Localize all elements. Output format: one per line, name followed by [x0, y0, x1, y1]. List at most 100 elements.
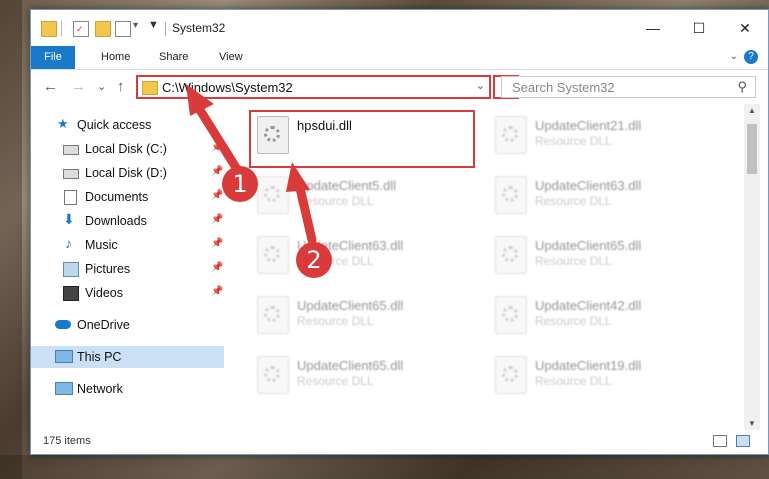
file-name: UpdateClient19.dll: [535, 358, 642, 373]
forward-button[interactable]: →: [71, 78, 86, 95]
list-item[interactable]: UpdateClient5.dll Resource DLL: [251, 168, 471, 220]
file-type: Resource DLL: [535, 314, 612, 328]
scroll-thumb[interactable]: [747, 124, 757, 174]
gear-icon: [264, 246, 280, 262]
annotation-badge-2: 2: [296, 242, 332, 278]
tab-share[interactable]: Share: [147, 46, 200, 69]
sidebar-item-local-disk-c[interactable]: Local Disk (C:) 📌: [31, 138, 224, 160]
file-name: UpdateClient65.dll: [297, 298, 404, 313]
vertical-scrollbar[interactable]: ▲ ▼: [744, 104, 760, 430]
sidebar-item-this-pc[interactable]: This PC: [31, 346, 224, 368]
file-name: UpdateClient63.dll: [535, 178, 642, 193]
sidebar-item-downloads[interactable]: ⬇ Downloads 📌: [31, 210, 224, 232]
pin-icon[interactable]: 📌: [211, 262, 223, 273]
list-item[interactable]: UpdateClient65.dll Resource DLL: [251, 288, 471, 340]
list-item[interactable]: UpdateClient65.dll Resource DLL: [251, 348, 471, 400]
title-separator: [165, 22, 166, 36]
status-bar: 175 items: [31, 430, 768, 454]
cloud-icon: [55, 320, 71, 329]
divider: [61, 20, 62, 36]
gear-icon: [264, 366, 280, 382]
list-item[interactable]: UpdateClient63.dll Resource DLL: [251, 228, 471, 280]
file-type: Resource DLL: [535, 194, 612, 208]
properties-icon[interactable]: ✓: [73, 21, 89, 37]
drive-icon: [63, 169, 79, 179]
item-count: 175 items: [43, 435, 91, 447]
expand-ribbon-icon[interactable]: ⌄: [730, 51, 738, 62]
navigation-bar: ← → ⌄ ↑ C:\Windows\System32 ⌄ ↻ Search S…: [31, 70, 768, 104]
gear-icon: [502, 186, 518, 202]
dll-file-icon: [495, 116, 527, 154]
scroll-down-icon[interactable]: ▼: [744, 419, 760, 428]
pin-icon[interactable]: 📌: [211, 238, 223, 249]
dll-file-icon: [495, 356, 527, 394]
sidebar-item-videos[interactable]: Videos 📌: [31, 282, 224, 304]
recent-locations-button[interactable]: ⌄: [97, 80, 106, 93]
file-explorer-window: ✓ ▾ ▼ System32 — ☐ ✕ File Home Share Vie…: [30, 9, 769, 455]
file-type: Resource DLL: [297, 314, 374, 328]
pin-icon[interactable]: 📌: [211, 166, 223, 177]
back-button[interactable]: ←: [43, 78, 58, 95]
dropdown-arrow-icon[interactable]: ▼: [148, 19, 159, 31]
tab-view[interactable]: View: [207, 46, 255, 69]
gear-icon: [502, 246, 518, 262]
dll-file-icon: [257, 296, 289, 334]
document-icon: [64, 190, 77, 205]
search-placeholder: Search System32: [512, 80, 615, 95]
pin-icon[interactable]: 📌: [211, 286, 223, 297]
star-icon: ★: [57, 116, 69, 131]
customize-toolbar-icon[interactable]: [115, 21, 131, 37]
video-icon: [63, 286, 79, 301]
computer-icon: [55, 350, 73, 363]
gear-icon: [502, 366, 518, 382]
navigation-pane: ★ Quick access Local Disk (C:) 📌 Local D…: [31, 108, 224, 428]
folder-icon: [142, 81, 158, 95]
drive-icon: [63, 145, 79, 155]
list-item[interactable]: UpdateClient21.dll Resource DLL: [489, 108, 709, 160]
list-item[interactable]: UpdateClient65.dll Resource DLL: [489, 228, 709, 280]
download-icon: ⬇: [63, 211, 75, 227]
list-item[interactable]: UpdateClient42.dll Resource DLL: [489, 288, 709, 340]
address-path[interactable]: C:\Windows\System32: [162, 80, 293, 95]
tab-home[interactable]: Home: [89, 46, 142, 69]
sidebar-item-local-disk-d[interactable]: Local Disk (D:) 📌: [31, 162, 224, 184]
list-item[interactable]: UpdateClient63.dll Resource DLL: [489, 168, 709, 220]
dll-file-icon: [257, 176, 289, 214]
minimize-button[interactable]: —: [630, 10, 676, 46]
sidebar-item-pictures[interactable]: Pictures 📌: [31, 258, 224, 280]
file-type: Resource DLL: [297, 374, 374, 388]
sidebar-item-quick-access[interactable]: ★ Quick access: [31, 114, 224, 136]
sidebar-item-onedrive[interactable]: OneDrive: [31, 314, 224, 336]
large-icons-view-icon[interactable]: [736, 435, 750, 447]
address-bar[interactable]: C:\Windows\System32 ⌄: [136, 75, 491, 99]
file-type: Resource DLL: [535, 254, 612, 268]
file-name: UpdateClient21.dll: [535, 118, 642, 133]
search-input[interactable]: Search System32 ⚲: [501, 76, 756, 98]
file-type: Resource DLL: [297, 194, 374, 208]
gear-icon: [502, 306, 518, 322]
up-button[interactable]: ↑: [117, 78, 125, 95]
gear-icon: [264, 306, 280, 322]
maximize-button[interactable]: ☐: [676, 10, 722, 46]
details-view-icon[interactable]: [713, 435, 727, 447]
list-item[interactable]: UpdateClient19.dll Resource DLL: [489, 348, 709, 400]
scroll-up-icon[interactable]: ▲: [744, 106, 760, 115]
search-icon: ⚲: [737, 79, 747, 94]
chevron-down-icon[interactable]: ▾: [133, 20, 138, 31]
new-folder-icon[interactable]: [95, 21, 111, 37]
dll-file-icon: [495, 176, 527, 214]
file-type: Resource DLL: [535, 134, 612, 148]
sidebar-item-network[interactable]: Network: [31, 378, 224, 400]
pin-icon[interactable]: 📌: [211, 214, 223, 225]
help-button[interactable]: ?: [744, 50, 758, 64]
dll-file-icon: [257, 356, 289, 394]
file-name: UpdateClient65.dll: [297, 358, 404, 373]
pin-icon[interactable]: 📌: [211, 190, 223, 201]
file-highlight-box: [249, 110, 475, 168]
sidebar-item-documents[interactable]: Documents 📌: [31, 186, 224, 208]
sidebar-item-music[interactable]: ♪ Music 📌: [31, 234, 224, 256]
pin-icon[interactable]: 📌: [211, 142, 223, 153]
close-button[interactable]: ✕: [722, 10, 768, 46]
tab-file[interactable]: File: [31, 46, 75, 69]
address-dropdown-icon[interactable]: ⌄: [476, 79, 485, 92]
